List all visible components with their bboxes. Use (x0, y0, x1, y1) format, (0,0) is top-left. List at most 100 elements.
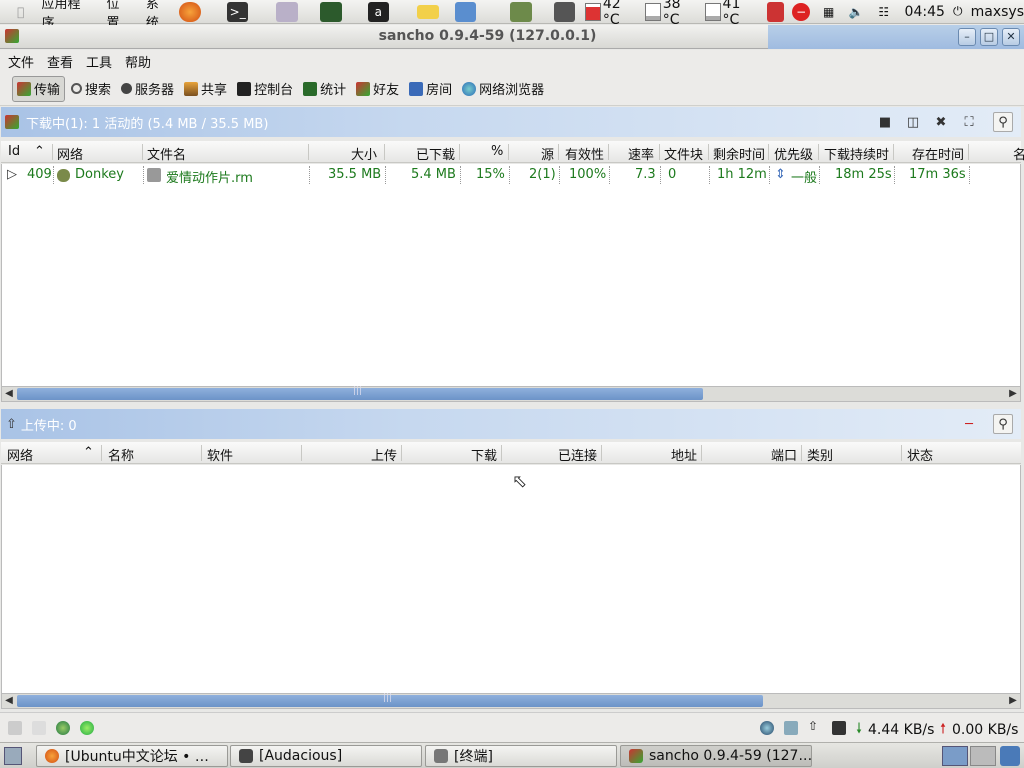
scroll-thumb[interactable]: ||| (17, 386, 703, 400)
book-launcher-icon[interactable] (510, 1, 532, 22)
col-sources[interactable]: 源 (541, 144, 554, 163)
scroll-thumb[interactable]: ||| (17, 693, 763, 707)
col-downloaded[interactable]: 已下载 (416, 144, 455, 163)
virtualbox-launcher-icon[interactable] (454, 1, 477, 22)
tab-statistics[interactable]: 统计 (299, 76, 350, 102)
col-network[interactable]: 网络 (57, 144, 83, 163)
stop-tray-icon[interactable]: − (792, 2, 810, 21)
gimp-launcher-icon[interactable] (553, 1, 576, 22)
trash-icon[interactable] (8, 721, 22, 735)
downloads-horizontal-scrollbar[interactable]: ◀ ||| ▶ (1, 386, 1021, 402)
find-icon[interactable]: ⚲ (993, 112, 1013, 132)
col-availability[interactable]: 有效性 (565, 144, 604, 163)
sancho-tray-icon[interactable] (766, 1, 785, 22)
window-titlebar[interactable]: sancho 0.9.4-59 (127.0.0.1) – □ ✕ (0, 25, 1024, 49)
workspace-1[interactable] (942, 746, 968, 766)
col-duration[interactable]: 下载持续时 (824, 144, 889, 163)
minus-icon[interactable]: ─ (959, 414, 979, 434)
col-percent[interactable]: % (491, 144, 503, 159)
tab-transfer[interactable]: 传输 (12, 75, 66, 102)
col-software[interactable]: 软件 (207, 445, 233, 464)
scroll-right-icon[interactable]: ▶ (1006, 694, 1020, 708)
expand-row-icon[interactable]: ▷ (7, 167, 17, 182)
system-monitor-launcher-icon[interactable] (319, 1, 342, 22)
col-rate[interactable]: 速率 (628, 144, 654, 163)
col-status[interactable]: 状态 (907, 445, 933, 464)
col-address[interactable]: 地址 (671, 445, 697, 464)
scroll-left-icon[interactable]: ◀ (2, 387, 16, 401)
audacious-launcher-icon[interactable]: a (367, 1, 390, 22)
row-size: 35.5 MB (328, 167, 382, 182)
scroll-right-icon[interactable]: ▶ (1006, 387, 1020, 401)
col-chunks[interactable]: 文件块 (664, 144, 703, 163)
tab-search[interactable]: 搜索 (67, 76, 115, 102)
taskbar-item-firefox[interactable]: [Ubuntu中文论坛 • … (36, 745, 228, 767)
col-connected[interactable]: 已连接 (558, 445, 597, 464)
package-launcher-icon[interactable] (276, 1, 298, 22)
menu-file[interactable]: 文件 (8, 52, 34, 71)
collapse-icon[interactable]: ✖ (931, 112, 951, 132)
taskbar-item-sancho[interactable]: sancho 0.9.4-59 (127.… (620, 745, 812, 767)
col-size[interactable]: 大小 (351, 144, 377, 163)
thermometer-icon (704, 2, 721, 21)
tab-web-browser[interactable]: 网络浏览器 (458, 76, 548, 102)
network-icon[interactable]: ☷ (873, 2, 895, 22)
col-name[interactable]: 名称 (108, 445, 134, 464)
console-icon[interactable] (832, 721, 846, 735)
display-tray-icon[interactable]: ▦ (818, 2, 840, 22)
menu-tools[interactable]: 工具 (86, 52, 112, 71)
upload-icon[interactable]: ⇧ (808, 719, 822, 733)
col-download[interactable]: 下载 (471, 445, 497, 464)
sort-ascending-icon[interactable]: ⌃ (34, 144, 45, 159)
save-icon[interactable] (784, 721, 798, 735)
col-id[interactable]: Id (8, 144, 20, 159)
power-icon[interactable]: ⏻ (951, 2, 965, 22)
trash-applet-icon[interactable] (1000, 746, 1020, 766)
col-name-overflow[interactable]: 名 (1013, 144, 1024, 163)
upload-arrow-icon: ⇧ (6, 416, 17, 432)
tab-friends[interactable]: 好友 (352, 76, 403, 102)
tab-console[interactable]: 控制台 (233, 76, 297, 102)
expand-icon[interactable]: ⛶ (959, 112, 979, 132)
tab-rooms[interactable]: 房间 (405, 76, 456, 102)
col-port[interactable]: 端口 (771, 445, 797, 464)
menu-view[interactable]: 查看 (47, 52, 73, 71)
volume-icon[interactable]: 🔈 (845, 2, 867, 22)
firefox-launcher-icon[interactable] (179, 1, 201, 22)
apple-icon[interactable]:  (10, 2, 32, 22)
tab-shares[interactable]: 共享 (180, 76, 231, 102)
folder-launcher-icon[interactable] (417, 4, 439, 19)
col-eta[interactable]: 剩余时间 (713, 144, 765, 163)
table-row[interactable]: ▷ 409 Donkey 爱情动作片.rm 35.5 MB 5.4 MB 15%… (2, 164, 1020, 188)
taskbar-item-terminal[interactable]: [终端] (425, 745, 617, 767)
thermometer-icon (645, 2, 661, 21)
drive-icon[interactable]: ■ (875, 112, 895, 132)
col-category[interactable]: 类别 (807, 445, 833, 464)
maximize-button[interactable]: □ (980, 28, 998, 46)
scroll-left-icon[interactable]: ◀ (2, 694, 16, 708)
col-priority[interactable]: 优先级 (774, 144, 813, 163)
tab-servers[interactable]: 服务器 (117, 76, 178, 102)
show-desktop-icon[interactable] (4, 747, 22, 765)
col-network[interactable]: 网络 (7, 445, 33, 464)
col-upload[interactable]: 上传 (371, 445, 397, 464)
terminal-launcher-icon[interactable]: >_ (226, 1, 249, 22)
close-button[interactable]: ✕ (1002, 28, 1020, 46)
username[interactable]: maxsys (971, 4, 1024, 20)
connect-icon[interactable] (56, 721, 70, 735)
copy-icon[interactable] (32, 721, 46, 735)
menu-help[interactable]: 帮助 (125, 52, 151, 71)
col-age[interactable]: 存在时间 (912, 144, 964, 163)
uploads-horizontal-scrollbar[interactable]: ◀ ||| ▶ (1, 693, 1021, 709)
col-filename[interactable]: 文件名 (147, 144, 186, 163)
network-status-icon[interactable] (80, 721, 94, 735)
sort-ascending-icon[interactable]: ⌃ (83, 445, 94, 460)
clock[interactable]: 04:45 (905, 4, 945, 20)
taskbar-item-audacious[interactable]: [Audacious] (230, 745, 422, 767)
find-icon[interactable]: ⚲ (993, 414, 1013, 434)
workspace-2[interactable] (970, 746, 996, 766)
globe-icon[interactable] (760, 721, 774, 735)
layout-icon[interactable]: ◫ (903, 112, 923, 132)
minimize-button[interactable]: – (958, 28, 976, 46)
row-chunks: 0 (668, 167, 677, 182)
